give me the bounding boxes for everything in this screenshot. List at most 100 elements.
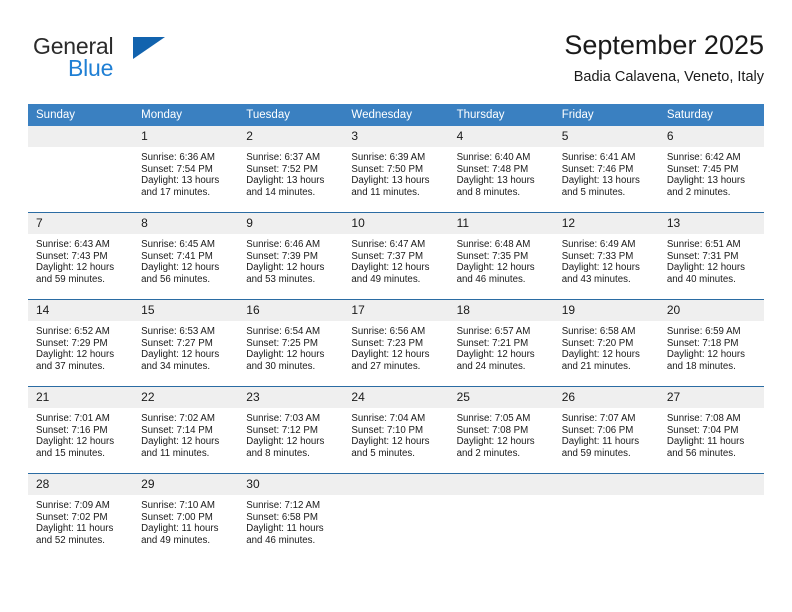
- calendar-day-cell[interactable]: 18 Sunrise: 6:57 AM Sunset: 7:21 PM Dayligh…: [448, 299, 554, 387]
- daylight-text-line2: and 53 minutes.: [246, 273, 316, 285]
- calendar-day-cell[interactable]: 5 Sunrise: 6:41 AM Sunset: 7:46 PM Daylight…: [553, 126, 659, 213]
- day-number: 24: [343, 387, 449, 408]
- calendar-day-cell[interactable]: 1 Sunrise: 6:36 AM Sunset: 7:54 PM Daylight…: [133, 126, 239, 213]
- calendar-day-cell[interactable]: 25 Sunrise: 7:05 AM Sunset: 7:08 PM Dayligh…: [448, 386, 554, 474]
- weekday-header-tuesday: Tuesday: [238, 104, 344, 126]
- day-details: Sunrise: 7:09 AM Sunset: 7:02 PM Daylight:…: [28, 495, 133, 546]
- day-details: Sunrise: 7:01 AM Sunset: 7:16 PM Daylight:…: [28, 408, 133, 459]
- general-blue-logo[interactable]: General Blue: [33, 33, 213, 91]
- daylight-text-line1: Daylight: 11 hours: [36, 523, 114, 535]
- weekday-header-sunday: Sunday: [28, 104, 134, 126]
- calendar-day-cell[interactable]: 4 Sunrise: 6:40 AM Sunset: 7:48 PM Daylight…: [448, 126, 554, 213]
- calendar-day-cell[interactable]: 8 Sunrise: 6:45 AM Sunset: 7:41 PM Daylight…: [133, 212, 239, 300]
- sunrise-text: Sunrise: 6:49 AM: [561, 239, 636, 250]
- day-number: 12: [553, 213, 659, 234]
- sunrise-text: Sunrise: 6:48 AM: [456, 239, 531, 250]
- day-details: Sunrise: 6:43 AM Sunset: 7:43 PM Daylight:…: [28, 234, 133, 285]
- day-number: 29: [133, 474, 239, 495]
- sunrise-text: Sunrise: 6:51 AM: [666, 239, 741, 250]
- daylight-text-line1: Daylight: 11 hours: [666, 436, 745, 448]
- daylight-text-line2: and 46 minutes.: [456, 273, 526, 285]
- day-details: Sunrise: 6:39 AM Sunset: 7:50 PM Daylight:…: [343, 147, 448, 198]
- sunrise-text: Sunrise: 6:54 AM: [246, 326, 321, 337]
- day-number: 28: [28, 474, 134, 495]
- day-details: Sunrise: 6:45 AM Sunset: 7:41 PM Daylight:…: [133, 234, 238, 285]
- daylight-text-line1: Daylight: 13 hours: [561, 175, 640, 187]
- calendar-day-cell[interactable]: 16 Sunrise: 6:54 AM Sunset: 7:25 PM Dayligh…: [238, 299, 344, 387]
- calendar-day-cell[interactable]: 15 Sunrise: 6:53 AM Sunset: 7:27 PM Dayligh…: [133, 299, 239, 387]
- sunrise-text: Sunrise: 6:37 AM: [246, 152, 321, 163]
- daylight-text-line2: and 21 minutes.: [561, 360, 631, 372]
- calendar-day-cell[interactable]: [28, 126, 134, 213]
- daylight-text-line1: Daylight: 12 hours: [351, 262, 430, 274]
- calendar-day-cell[interactable]: 20 Sunrise: 6:59 AM Sunset: 7:18 PM Dayligh…: [658, 299, 764, 387]
- calendar-day-cell[interactable]: 10 Sunrise: 6:47 AM Sunset: 7:37 PM Dayligh…: [343, 212, 449, 300]
- calendar-day-cell[interactable]: 12 Sunrise: 6:49 AM Sunset: 7:33 PM Dayligh…: [553, 212, 659, 300]
- day-number: 10: [343, 213, 449, 234]
- calendar-week-row: 28 Sunrise: 7:09 AM Sunset: 7:02 PM Dayligh…: [28, 473, 764, 560]
- sunset-text: Sunset: 7:02 PM: [36, 511, 108, 523]
- calendar-day-cell[interactable]: 26 Sunrise: 7:07 AM Sunset: 7:06 PM Dayligh…: [553, 386, 659, 474]
- day-number: 1: [133, 126, 239, 147]
- day-number: 2: [238, 126, 344, 147]
- calendar-day-cell[interactable]: 3 Sunrise: 6:39 AM Sunset: 7:50 PM Daylight…: [343, 126, 449, 213]
- sunrise-text: Sunrise: 6:41 AM: [561, 152, 636, 163]
- sunrise-text: Sunrise: 6:45 AM: [141, 239, 215, 250]
- sunrise-text: Sunrise: 7:07 AM: [561, 413, 636, 424]
- daylight-text-line1: Daylight: 12 hours: [36, 349, 115, 361]
- weekday-header-thursday: Thursday: [448, 104, 554, 126]
- sunset-text: Sunset: 7:46 PM: [561, 163, 634, 175]
- calendar-day-cell[interactable]: 6 Sunrise: 6:42 AM Sunset: 7:45 PM Daylight…: [658, 126, 764, 213]
- calendar-day-cell[interactable]: 29 Sunrise: 7:10 AM Sunset: 7:00 PM Dayligh…: [133, 473, 239, 560]
- sunrise-text: Sunrise: 7:02 AM: [141, 413, 215, 424]
- weekday-header-friday: Friday: [553, 104, 659, 126]
- daylight-text-line1: Daylight: 12 hours: [561, 349, 640, 361]
- day-details: Sunrise: 7:04 AM Sunset: 7:10 PM Daylight:…: [343, 408, 448, 459]
- day-number: 20: [658, 300, 764, 321]
- day-number: [343, 474, 449, 495]
- sunrise-text: Sunrise: 6:53 AM: [141, 326, 215, 337]
- calendar-day-cell[interactable]: 30 Sunrise: 7:12 AM Sunset: 6:58 PM Dayligh…: [238, 473, 344, 560]
- calendar-day-cell[interactable]: 2 Sunrise: 6:37 AM Sunset: 7:52 PM Daylight…: [238, 126, 344, 213]
- day-details: Sunrise: 6:57 AM Sunset: 7:21 PM Daylight:…: [449, 321, 554, 372]
- day-details: Sunrise: 6:59 AM Sunset: 7:18 PM Daylight:…: [659, 321, 764, 372]
- calendar-day-cell[interactable]: 13 Sunrise: 6:51 AM Sunset: 7:31 PM Dayligh…: [658, 212, 764, 300]
- calendar-day-cell[interactable]: 23 Sunrise: 7:03 AM Sunset: 7:12 PM Dayligh…: [238, 386, 344, 474]
- calendar-day-cell[interactable]: [448, 473, 554, 560]
- calendar-day-cell[interactable]: 19 Sunrise: 6:58 AM Sunset: 7:20 PM Dayligh…: [553, 299, 659, 387]
- calendar-day-cell[interactable]: 27 Sunrise: 7:08 AM Sunset: 7:04 PM Dayligh…: [658, 386, 764, 474]
- sunset-text: Sunset: 7:27 PM: [141, 337, 213, 349]
- day-number: 15: [133, 300, 239, 321]
- calendar-day-cell[interactable]: 11 Sunrise: 6:48 AM Sunset: 7:35 PM Dayligh…: [448, 212, 554, 300]
- calendar-day-cell[interactable]: [658, 473, 764, 560]
- calendar-day-cell[interactable]: 21 Sunrise: 7:01 AM Sunset: 7:16 PM Dayligh…: [28, 386, 134, 474]
- day-details: Sunrise: 7:12 AM Sunset: 6:58 PM Daylight:…: [238, 495, 343, 546]
- calendar-day-cell[interactable]: 7 Sunrise: 6:43 AM Sunset: 7:43 PM Daylight…: [28, 212, 134, 300]
- daylight-text-line1: Daylight: 12 hours: [456, 436, 535, 448]
- calendar-day-cell[interactable]: 22 Sunrise: 7:02 AM Sunset: 7:14 PM Dayligh…: [133, 386, 239, 474]
- sunset-text: Sunset: 7:52 PM: [246, 163, 318, 175]
- calendar-week-row: 1 Sunrise: 6:36 AM Sunset: 7:54 PM Daylight…: [28, 126, 764, 213]
- day-details: Sunrise: 7:05 AM Sunset: 7:08 PM Daylight:…: [449, 408, 554, 459]
- day-details: Sunrise: 7:03 AM Sunset: 7:12 PM Daylight:…: [238, 408, 343, 459]
- sunset-text: Sunset: 7:25 PM: [246, 337, 318, 349]
- day-number: [553, 474, 659, 495]
- day-details: Sunrise: 7:10 AM Sunset: 7:00 PM Daylight:…: [133, 495, 238, 546]
- calendar-day-cell[interactable]: 24 Sunrise: 7:04 AM Sunset: 7:10 PM Dayligh…: [343, 386, 449, 474]
- calendar-day-cell[interactable]: 14 Sunrise: 6:52 AM Sunset: 7:29 PM Dayligh…: [28, 299, 134, 387]
- daylight-text-line1: Daylight: 12 hours: [36, 262, 115, 274]
- calendar-day-cell[interactable]: 9 Sunrise: 6:46 AM Sunset: 7:39 PM Daylight…: [238, 212, 344, 300]
- day-number: [448, 474, 554, 495]
- calendar-day-cell[interactable]: 17 Sunrise: 6:56 AM Sunset: 7:23 PM Dayligh…: [343, 299, 449, 387]
- calendar-day-cell[interactable]: [553, 473, 659, 560]
- sunrise-text: Sunrise: 7:05 AM: [456, 413, 531, 424]
- calendar-day-cell[interactable]: [343, 473, 449, 560]
- calendar-day-cell[interactable]: 28 Sunrise: 7:09 AM Sunset: 7:02 PM Dayligh…: [28, 473, 134, 560]
- day-number: 4: [448, 126, 554, 147]
- daylight-text-line1: Daylight: 13 hours: [351, 175, 430, 187]
- sunset-text: Sunset: 7:00 PM: [141, 511, 213, 523]
- daylight-text-line2: and 27 minutes.: [351, 360, 421, 372]
- sunrise-text: Sunrise: 6:46 AM: [246, 239, 321, 250]
- daylight-text-line2: and 40 minutes.: [666, 273, 736, 285]
- sunset-text: Sunset: 7:23 PM: [351, 337, 424, 349]
